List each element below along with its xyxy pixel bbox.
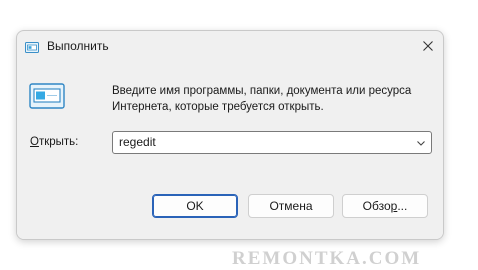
open-input[interactable]: regedit bbox=[119, 135, 156, 149]
watermark-text: REMONTKA.COM bbox=[232, 248, 422, 269]
run-icon bbox=[29, 83, 65, 109]
open-combobox[interactable]: regedit bbox=[112, 131, 432, 154]
ok-button-label: OK bbox=[186, 199, 204, 213]
browse-button[interactable]: Обзо р... bbox=[342, 194, 428, 218]
browse-button-label: Обзо bbox=[362, 199, 391, 213]
open-label-text: ткрыть: bbox=[38, 136, 79, 148]
chevron-down-icon[interactable] bbox=[416, 138, 426, 148]
browse-button-ellipsis: ... bbox=[397, 199, 408, 213]
open-label-accelerator: О bbox=[30, 136, 39, 148]
cancel-button[interactable]: Отмена bbox=[248, 194, 334, 218]
run-icon bbox=[25, 40, 39, 53]
ok-button[interactable]: OK bbox=[152, 194, 238, 218]
title-bar[interactable]: Выполнить bbox=[17, 31, 443, 61]
close-button[interactable] bbox=[413, 31, 443, 61]
run-dialog: Выполнить Введите имя программы, папки, … bbox=[16, 30, 444, 240]
browse-button-accelerator: р bbox=[390, 199, 398, 213]
open-label: Открыть: bbox=[30, 136, 78, 148]
instruction-text: Введите имя программы, папки, документа … bbox=[112, 85, 412, 113]
window-title: Выполнить bbox=[47, 39, 109, 53]
close-icon bbox=[423, 41, 433, 51]
cancel-button-label: Отмена bbox=[269, 199, 313, 213]
button-bar: OK Отмена Обзо р... bbox=[17, 167, 443, 239]
